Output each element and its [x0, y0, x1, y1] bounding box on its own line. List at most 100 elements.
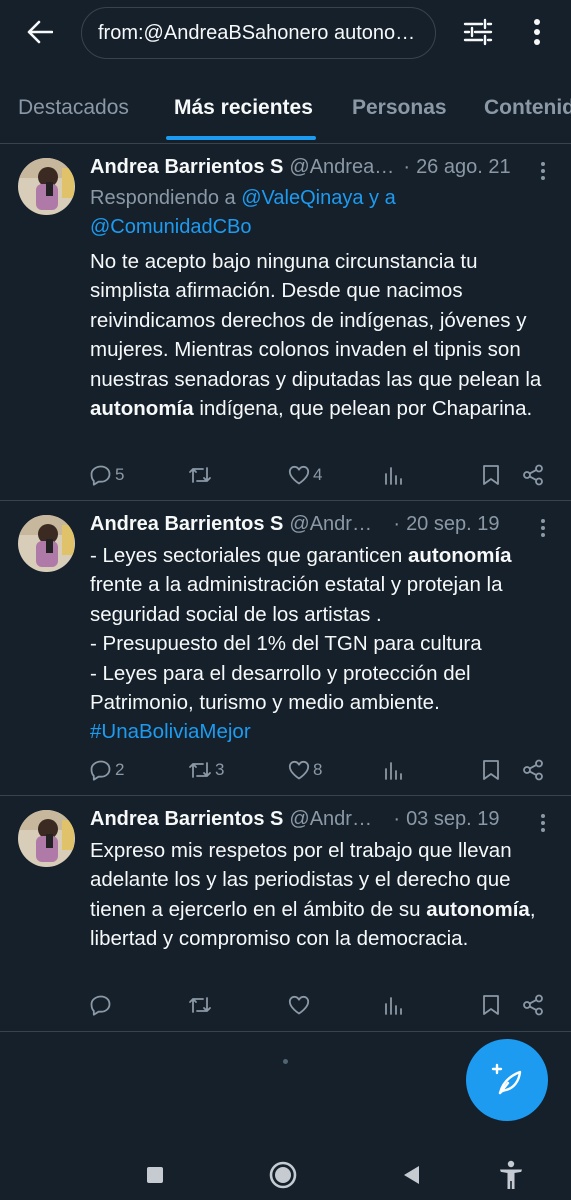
- search-box[interactable]: [81, 7, 436, 59]
- tab-destacados[interactable]: Destacados: [18, 96, 129, 120]
- tweet[interactable]: Andrea Barrientos S @AndreaBSahonero · 0…: [0, 796, 571, 1032]
- retweet-button[interactable]: [188, 990, 215, 1020]
- bookmark-icon: [483, 760, 499, 780]
- share-button[interactable]: [522, 990, 544, 1020]
- like-button[interactable]: [288, 990, 313, 1020]
- tab-personas[interactable]: Personas: [352, 96, 447, 120]
- tweet-text-part: frente a la administración estatal y pro…: [90, 573, 503, 626]
- author-name[interactable]: Andrea Barrientos S: [90, 513, 283, 536]
- search-tabs: Destacados Más recientes Personas Conten…: [0, 68, 571, 144]
- loading-indicator: [283, 1059, 288, 1064]
- analytics-icon: [385, 467, 402, 485]
- tweet[interactable]: Andrea Barrientos S @AndreaBSahonero · 2…: [0, 145, 571, 501]
- analytics-icon: [385, 997, 402, 1015]
- views-button[interactable]: [383, 460, 403, 490]
- tweet-text: Expreso mis respetos por el trabajo que …: [90, 836, 555, 954]
- search-highlight: autonomía: [90, 397, 194, 421]
- retweet-icon: [189, 762, 211, 778]
- vertical-dots-icon: [541, 162, 545, 180]
- tweet-more-button[interactable]: [533, 516, 553, 540]
- separator-dot: ·: [393, 808, 401, 830]
- tweet-header: Andrea Barrientos S @AndreaBSahonero · 2…: [90, 156, 557, 182]
- sliders-icon: [463, 18, 493, 46]
- tweet-date[interactable]: 03 sep. 19: [406, 808, 499, 831]
- mention-link[interactable]: @ComunidadCBo: [90, 216, 252, 238]
- tab-mas-recientes[interactable]: Más recientes: [174, 96, 313, 120]
- mention-link[interactable]: @ValeQinaya: [241, 187, 363, 209]
- views-button[interactable]: [383, 755, 403, 785]
- tweet-text: No te acepto bajo ninguna circunstancia …: [90, 247, 555, 423]
- heart-icon: [288, 760, 310, 780]
- share-button[interactable]: [522, 755, 544, 785]
- retweet-icon: [189, 467, 211, 483]
- author-handle[interactable]: @AndreaBSahonero: [289, 808, 379, 831]
- reply-icon: [90, 760, 111, 781]
- recent-apps-button[interactable]: [140, 1160, 170, 1190]
- tweet-text-part: - Leyes sectoriales que garanticen: [90, 544, 408, 567]
- author-name[interactable]: Andrea Barrientos S: [90, 808, 283, 831]
- like-button[interactable]: 8: [288, 755, 322, 785]
- replying-prefix: Respondiendo a: [90, 187, 236, 209]
- tweet-paragraph: - Leyes para el desarrollo y protección …: [90, 661, 471, 715]
- back-nav-button[interactable]: [396, 1160, 426, 1190]
- separator-dot: ·: [393, 513, 401, 535]
- heart-icon: [288, 465, 310, 485]
- reply-icon: [90, 995, 111, 1016]
- tweet-date[interactable]: 20 sep. 19: [406, 513, 499, 536]
- avatar[interactable]: [18, 515, 75, 572]
- share-icon: [523, 464, 543, 486]
- heart-icon: [288, 995, 310, 1015]
- tweet-header: Andrea Barrientos S @AndreaBSahonero · 0…: [90, 808, 557, 834]
- share-icon: [523, 759, 543, 781]
- avatar[interactable]: [18, 158, 75, 215]
- home-button[interactable]: [268, 1160, 298, 1190]
- reply-button[interactable]: 2: [90, 755, 124, 785]
- tweet-text-part: indígena, que pelean por Chaparina.: [193, 397, 533, 421]
- share-icon: [523, 994, 543, 1016]
- tweet-actions: [90, 990, 555, 1020]
- like-count: 4: [313, 465, 323, 484]
- share-button[interactable]: [522, 460, 544, 490]
- tweet-date[interactable]: 26 ago. 21: [416, 156, 511, 179]
- retweet-button[interactable]: 3: [188, 755, 224, 785]
- reply-count: 5: [115, 465, 125, 484]
- reply-button[interactable]: [90, 990, 115, 1020]
- author-name[interactable]: Andrea Barrientos S: [90, 156, 283, 179]
- author-handle[interactable]: @AndreaBSahonero: [289, 513, 379, 536]
- search-settings-button[interactable]: [460, 14, 496, 50]
- back-button[interactable]: [22, 14, 58, 50]
- tweet-more-button[interactable]: [533, 159, 553, 183]
- bookmark-button[interactable]: [482, 990, 500, 1020]
- feather-plus-icon: [491, 1063, 522, 1095]
- tweet-actions: 5 4: [90, 460, 555, 490]
- search-highlight: autonomía: [426, 897, 530, 921]
- author-handle[interactable]: @AndreaBSahonero: [289, 156, 397, 179]
- avatar[interactable]: [18, 810, 75, 867]
- triangle-back-icon: [404, 1166, 419, 1184]
- tweet-more-button[interactable]: [533, 811, 553, 835]
- tweet-actions: 2 3 8: [90, 755, 555, 785]
- tab-contenido-multimedia[interactable]: Contenido multimedia: [484, 96, 571, 120]
- tweet-text: - Leyes sectoriales que garanticen auton…: [90, 541, 555, 747]
- views-button[interactable]: [383, 990, 403, 1020]
- overflow-menu-button[interactable]: [522, 14, 552, 50]
- bookmark-button[interactable]: [482, 460, 500, 490]
- hashtag-link[interactable]: #UnaBoliviaMejor: [90, 717, 555, 746]
- analytics-icon: [385, 762, 402, 780]
- retweet-count: 3: [215, 760, 225, 779]
- bookmark-icon: [483, 995, 499, 1015]
- bookmark-button[interactable]: [482, 755, 500, 785]
- like-button[interactable]: 4: [288, 460, 322, 490]
- reply-icon: [90, 465, 111, 486]
- retweet-button[interactable]: [188, 460, 215, 490]
- arrow-left-icon: [27, 20, 53, 44]
- compose-tweet-button[interactable]: [466, 1039, 548, 1121]
- separator-dot: ·: [403, 156, 411, 178]
- vertical-dots-icon: [541, 814, 545, 832]
- tweet[interactable]: Andrea Barrientos S @AndreaBSahonero · 2…: [0, 501, 571, 796]
- tweet-paragraph: - Presupuesto del 1% del TGN para cultur…: [90, 632, 482, 656]
- search-input[interactable]: [98, 21, 419, 45]
- accessibility-button[interactable]: [496, 1160, 526, 1190]
- reply-button[interactable]: 5: [90, 460, 124, 490]
- top-bar: [0, 0, 571, 68]
